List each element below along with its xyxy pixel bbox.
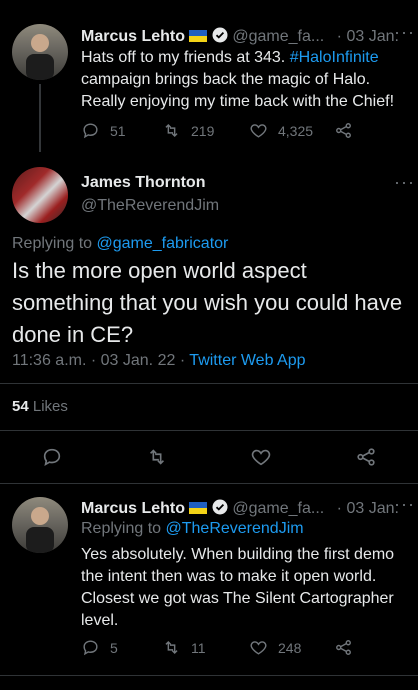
author-handle[interactable]: @game_fa...	[232, 500, 324, 517]
avatar[interactable]	[12, 497, 68, 553]
divider	[0, 430, 418, 431]
share-icon	[357, 448, 375, 466]
share-icon	[336, 640, 351, 655]
share-button[interactable]	[334, 121, 363, 140]
tweet-date[interactable]: · 03 Jan.	[337, 28, 399, 45]
share-button[interactable]	[355, 446, 377, 473]
retweet-icon	[165, 640, 178, 655]
like-button[interactable]: 4,325	[249, 121, 313, 140]
share-icon	[336, 123, 351, 138]
divider	[0, 675, 418, 676]
retweet-button[interactable]: 219	[162, 121, 214, 140]
retweet-button[interactable]: 11	[162, 638, 206, 657]
reply-button[interactable]: 5	[81, 638, 118, 657]
author-handle[interactable]: @TheReverendJim	[81, 197, 219, 215]
tweet-header: Marcus Lehto @game_fa... · 03 Jan.	[81, 499, 399, 518]
thread-connector	[39, 84, 41, 152]
reply-icon	[43, 448, 61, 466]
heart-icon	[250, 124, 267, 138]
more-options-icon[interactable]: ···	[394, 22, 415, 43]
avatar[interactable]	[12, 24, 68, 80]
verified-badge-icon	[212, 27, 228, 43]
avatar[interactable]	[12, 167, 68, 223]
author-handle[interactable]: @game_fa...	[232, 28, 324, 45]
ukraine-flag-icon	[189, 30, 208, 42]
tweet-header: Marcus Lehto @game_fa... · 03 Jan.	[81, 27, 399, 46]
divider	[0, 483, 418, 484]
tweet-date[interactable]: · 03 Jan. 22 ·	[86, 352, 189, 369]
retweet-icon	[149, 449, 165, 465]
reply-button[interactable]: 51	[81, 121, 126, 140]
more-options-icon[interactable]: ···	[394, 494, 415, 515]
replying-to-link[interactable]: @game_fabricator	[97, 235, 229, 252]
replying-to-link[interactable]: @TheReverendJim	[166, 520, 304, 537]
tweet-time[interactable]: 11:36 a.m.	[12, 352, 86, 369]
heart-icon	[251, 449, 271, 466]
replying-to: Replying to @TheReverendJim	[81, 520, 304, 537]
retweet-button[interactable]	[146, 446, 168, 473]
tweet-text: Hats off to my friends at 343. #HaloInfi…	[81, 49, 395, 110]
like-button[interactable]	[250, 446, 272, 473]
like-button[interactable]: 248	[249, 638, 301, 657]
tweet-timestamp: 11:36 a.m. · 03 Jan. 22 · Twitter Web Ap…	[12, 352, 306, 370]
divider	[0, 383, 418, 384]
reply-icon	[83, 123, 98, 139]
reply-icon	[83, 640, 98, 656]
retweet-icon	[165, 123, 178, 138]
author-name[interactable]: Marcus Lehto	[81, 28, 185, 45]
replying-to: Replying to @game_fabricator	[12, 235, 229, 252]
tweet-source[interactable]: Twitter Web App	[189, 352, 305, 369]
share-button[interactable]	[334, 638, 363, 657]
author-name[interactable]: Marcus Lehto	[81, 500, 185, 517]
ukraine-flag-icon	[189, 502, 208, 514]
more-options-icon[interactable]: ···	[394, 172, 415, 193]
reply-button[interactable]	[41, 446, 63, 473]
tweet-date[interactable]: · 03 Jan.	[337, 500, 399, 517]
heart-icon	[250, 641, 267, 655]
verified-badge-icon	[212, 499, 228, 515]
likes-stat[interactable]: 54 Likes	[12, 398, 68, 415]
tweet-text: Yes absolutely. When building the first …	[81, 546, 395, 629]
hashtag-link[interactable]: #HaloInfinite	[290, 49, 379, 66]
author-name[interactable]: James Thornton	[81, 174, 205, 192]
tweet-text: Is the more open world aspect something …	[12, 258, 403, 347]
